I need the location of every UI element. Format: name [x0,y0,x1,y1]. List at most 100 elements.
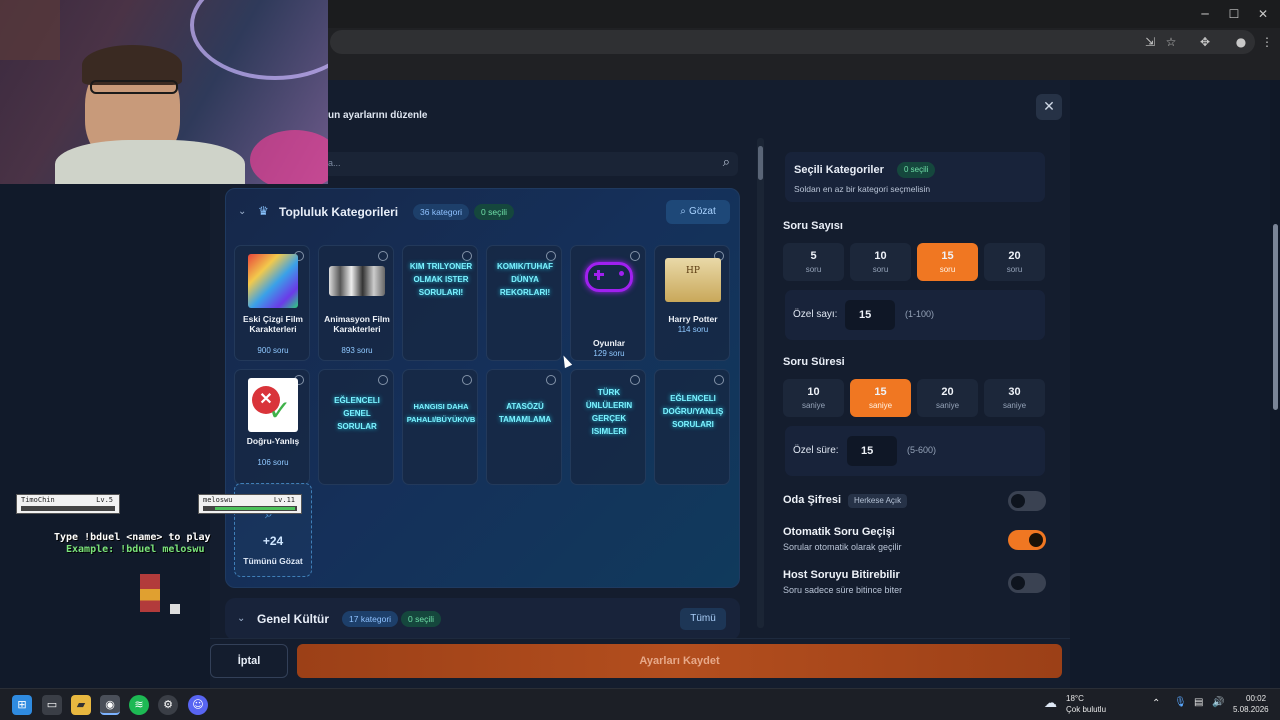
selected-title: Seçili Kategoriler [794,164,884,176]
clock-time[interactable]: 00:02 [1246,694,1266,703]
profile-avatar-icon[interactable]: ● [1232,33,1250,51]
scrollbar-thumb[interactable] [1273,224,1278,410]
select-radio[interactable] [630,251,640,261]
room-password-toggle[interactable] [1008,491,1046,511]
save-settings-button[interactable]: Ayarları Kaydet [297,644,1062,678]
clock-date[interactable]: 5.08.2026 [1233,705,1269,714]
all-button[interactable]: Tümü [680,608,726,630]
custom-duration-input[interactable]: 15 [847,436,897,466]
steam-icon[interactable]: ⚙ [158,695,178,715]
category-card[interactable]: ✕ ✓ Doğru-Yanlış 106 soru [234,369,310,485]
category-card[interactable]: EĞLENCELI GENEL SORULAR [318,369,394,485]
modal-footer: İptal Ayarları Kaydet [210,638,1070,688]
duration-option-15[interactable]: 15 saniye [850,379,911,417]
network-icon[interactable]: ▤ [1194,697,1203,708]
install-app-icon[interactable]: ⇲ [1141,33,1159,51]
neon-title: EĞLENCELI DOĞRU/YANLIŞ SORULARI [662,394,724,429]
count-option-5[interactable]: 5 soru [783,243,844,281]
neon-title: KOMIK/TUHAF DÜNYA REKORLARI! [497,262,553,297]
category-name: Doğru-Yanlış [246,436,300,446]
question-count: 129 soru [593,349,625,358]
maximize-button[interactable]: ☐ [1219,4,1249,24]
browser-menu-icon[interactable]: ⋮ [1258,33,1276,51]
option-unit: saniye [801,401,826,410]
start-button-icon[interactable]: ⊞ [12,695,32,715]
selected-categories-box: Seçili Kategoriler 0 seçili Soldan en az… [785,152,1045,202]
select-radio[interactable] [462,375,472,385]
category-card[interactable]: KIM TRILYONER OLMAK ISTER SORULARI! [402,245,478,361]
player-name: TimoChin [21,496,55,504]
file-explorer-icon[interactable]: ▰ [71,695,91,715]
category-name: Animasyon Film Karakterleri [324,314,390,334]
category-card[interactable]: Eski Çizgi Film Karakterleri 900 soru [234,245,310,361]
modal-close-button[interactable]: ✕ [1036,94,1062,120]
bookmark-star-icon[interactable]: ☆ [1162,33,1180,51]
select-radio[interactable] [378,251,388,261]
count-option-10[interactable]: 10 soru [850,243,911,281]
select-radio[interactable] [378,375,388,385]
minimize-button[interactable]: ─ [1190,4,1220,24]
spotify-icon[interactable]: ≋ [129,695,149,715]
true-false-thumbnail: ✕ ✓ [248,378,298,432]
duration-option-10[interactable]: 10 saniye [783,379,844,417]
duel-instruction: Type !bduel <name> to play [54,532,211,543]
category-search-input[interactable]: a... ⌕ [318,152,738,176]
host-end-desc: Soru sadece süre bitince biter [783,585,903,595]
chrome-icon[interactable]: ◉ [100,695,120,715]
option-unit: soru [1006,265,1023,274]
category-card[interactable]: EĞLENCELI DOĞRU/YANLIŞ SORULARI [654,369,730,485]
option-value: 20 [1008,250,1021,262]
select-radio[interactable] [546,375,556,385]
category-card[interactable]: Oyunlar 129 soru [570,245,646,361]
browse-button[interactable]: ⌕ Gözat [666,200,730,224]
search-icon: ⌕ [722,155,730,170]
neon-title: ATASÖZÜ TAMAMLAMA [498,402,552,424]
task-view-icon[interactable]: ▭ [42,695,62,715]
option-value: 20 [941,386,954,398]
duel-example: Example: !bduel meloswu [66,544,205,555]
option-value: 10 [874,250,887,262]
cancel-button[interactable]: İptal [210,644,288,678]
microphone-icon[interactable]: 🎙 [1174,697,1187,708]
selected-hint: Soldan en az bir kategori seçmelisin [794,184,931,194]
question-count: 893 soru [341,346,373,355]
section-header[interactable]: ⌄ ♛ Topluluk Kategorileri 36 kategori 0 … [226,189,739,233]
category-card[interactable]: ATASÖZÜ TAMAMLAMA [486,369,562,485]
duration-option-30[interactable]: 30 saniye [984,379,1045,417]
category-count-badge: 17 kategori [342,611,399,627]
scrollbar-thumb[interactable] [758,146,763,180]
weather-cloud-icon: ☁ [1044,696,1057,711]
weather-desc: Çok bulutlu [1066,705,1107,714]
select-radio[interactable] [714,375,724,385]
auto-next-desc: Sorular otomatik olarak geçilir [783,542,902,552]
extensions-icon[interactable]: ✥ [1196,33,1214,51]
question-count: 114 soru [677,325,709,334]
auto-next-toggle[interactable] [1008,530,1046,550]
custom-count-box: Özel sayı: 15 (1-100) [785,290,1045,340]
category-card[interactable]: TÜRK ÜNLÜLERIN GERÇEK ISIMLERI [570,369,646,485]
category-scrollbar[interactable] [757,138,764,628]
discord-icon[interactable]: ☺ [188,695,208,715]
option-unit: soru [939,265,956,274]
chevron-up-icon[interactable]: ⌃ [1152,698,1160,709]
toggle-knob [1029,533,1043,547]
volume-icon[interactable]: 🔊 [1212,697,1224,708]
chevron-down-icon[interactable]: ⌄ [238,206,246,217]
count-option-20[interactable]: 20 soru [984,243,1045,281]
hp-bar [203,506,297,511]
category-card[interactable]: Animasyon Film Karakterleri 893 soru [318,245,394,361]
select-radio[interactable] [630,375,640,385]
stream-game-overlay: TimoChin Lv.5 meloswu Lv.11 Type !bduel … [10,490,310,630]
category-card[interactable]: HANGISI DAHA PAHALI/BÜYÜK/VB [402,369,478,485]
category-card[interactable]: KOMIK/TUHAF DÜNYA REKORLARI! [486,245,562,361]
page-scrollbar[interactable] [1270,80,1280,688]
window-close-button[interactable]: ✕ [1248,4,1278,24]
duration-option-20[interactable]: 20 saniye [917,379,978,417]
host-end-toggle[interactable] [1008,573,1046,593]
count-option-15[interactable]: 15 soru [917,243,978,281]
custom-count-input[interactable]: 15 [845,300,895,330]
category-card[interactable]: HP Harry Potter 114 soru [654,245,730,361]
address-bar[interactable] [330,30,1255,54]
selected-count-badge: 0 seçili [401,611,441,627]
section-title: Topluluk Kategorileri [279,205,399,219]
